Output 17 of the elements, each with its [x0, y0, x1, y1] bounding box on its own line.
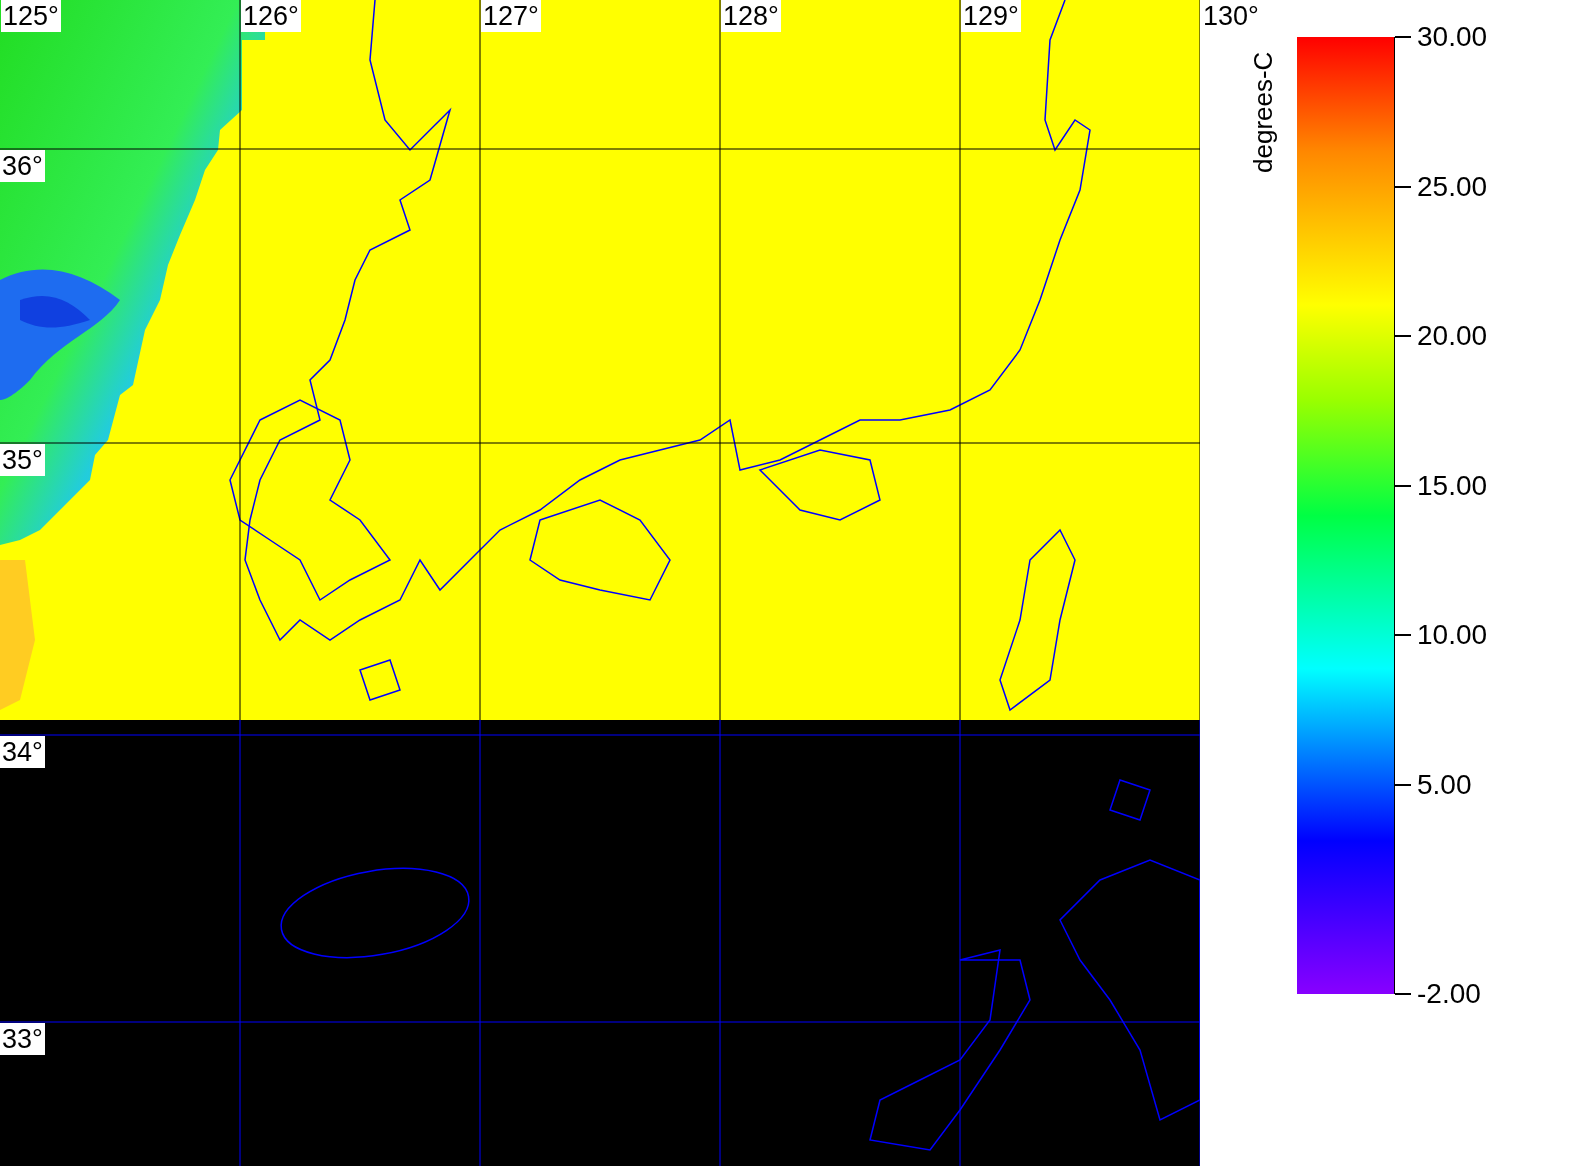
latitude-label: 33° [0, 1023, 45, 1055]
latitude-label: 36° [0, 150, 45, 182]
latitude-label: 35° [0, 444, 45, 476]
scale-tick-label: 20.00 [1417, 320, 1488, 353]
latitude-label: 34° [0, 736, 45, 768]
scale-tick-label: 5.00 [1417, 768, 1472, 801]
longitude-label: 128° [721, 0, 781, 32]
longitude-label: 127° [481, 0, 541, 32]
legend-title: degrees-C [1248, 50, 1278, 175]
scale-tick-label: -2.00 [1417, 978, 1481, 1010]
scale-tick-label: 30.00 [1417, 21, 1488, 53]
scale-tick-label: 25.00 [1417, 170, 1488, 203]
longitude-label: 126° [241, 0, 301, 32]
longitude-label: 125° [1, 0, 61, 32]
longitude-label: 129° [961, 0, 1021, 32]
scale-tick-label: 10.00 [1417, 619, 1488, 652]
scale-tick-label: 15.00 [1417, 469, 1488, 502]
